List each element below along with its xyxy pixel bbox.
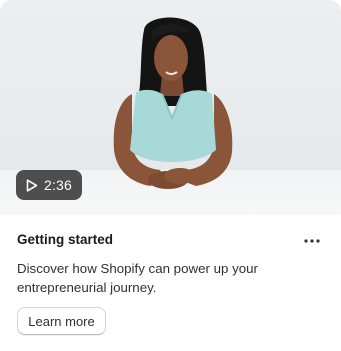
- video-duration-badge[interactable]: 2:36: [16, 170, 82, 200]
- play-icon: [26, 178, 38, 192]
- video-thumbnail[interactable]: 2:36: [0, 0, 341, 215]
- getting-started-card: 2:36 Getting started Discover how Shopif…: [0, 0, 341, 351]
- more-actions-button[interactable]: [300, 231, 324, 251]
- card-title: Getting started: [17, 232, 114, 247]
- video-duration: 2:36: [43, 177, 73, 193]
- card-description: Discover how Shopify can power up your e…: [17, 261, 258, 295]
- more-horizontal-icon: [304, 239, 320, 243]
- learn-more-button[interactable]: Learn more: [17, 307, 106, 335]
